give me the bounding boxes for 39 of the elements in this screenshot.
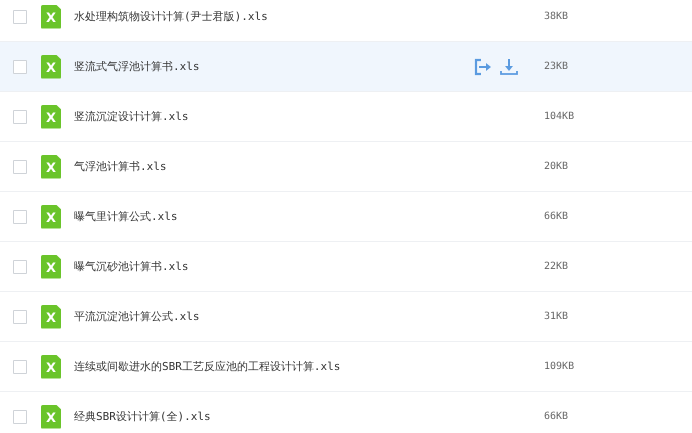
checkbox[interactable] xyxy=(13,310,27,324)
spreadsheet-file-icon: X xyxy=(41,204,61,228)
file-size: 31KB xyxy=(544,311,568,322)
checkbox[interactable] xyxy=(13,210,27,224)
file-name[interactable]: 经典SBR设计计算(全).xls xyxy=(74,409,474,424)
checkbox[interactable] xyxy=(13,60,27,74)
spreadsheet-file-icon: X xyxy=(41,4,61,28)
file-name[interactable]: 气浮池计算书.xls xyxy=(74,159,474,174)
file-name[interactable]: 竖流沉淀设计计算.xls xyxy=(74,109,474,124)
spreadsheet-file-icon: X xyxy=(41,254,61,278)
share-icon[interactable] xyxy=(474,58,492,76)
checkbox[interactable] xyxy=(13,260,27,274)
spreadsheet-file-icon: X xyxy=(41,404,61,428)
spreadsheet-file-icon: X xyxy=(41,104,61,128)
file-size: 22KB xyxy=(544,261,568,272)
file-size: 23KB xyxy=(544,61,568,72)
file-size: 109KB xyxy=(544,361,574,372)
file-size: 66KB xyxy=(544,211,568,222)
file-size: 38KB xyxy=(544,11,568,22)
file-size: 66KB xyxy=(544,411,568,422)
file-name[interactable]: 平流沉淀池计算公式.xls xyxy=(74,309,474,324)
download-icon[interactable] xyxy=(500,58,518,76)
file-size: 104KB xyxy=(544,111,574,122)
spreadsheet-file-icon: X xyxy=(41,54,61,78)
spreadsheet-file-icon: X xyxy=(41,304,61,328)
file-name[interactable]: 水处理构筑物设计计算(尹士君版).xls xyxy=(74,9,474,24)
spreadsheet-file-icon: X xyxy=(41,154,61,178)
checkbox[interactable] xyxy=(13,410,27,424)
file-name[interactable]: 竖流式气浮池计算书.xls xyxy=(74,59,474,74)
checkbox[interactable] xyxy=(13,360,27,374)
checkbox[interactable] xyxy=(13,110,27,124)
file-name[interactable]: 连续或间歇进水的SBR工艺反应池的工程设计计算.xls xyxy=(74,359,474,374)
spreadsheet-file-icon: X xyxy=(41,354,61,378)
checkbox[interactable] xyxy=(13,160,27,174)
file-size: 20KB xyxy=(544,161,568,172)
file-name[interactable]: 曝气沉砂池计算书.xls xyxy=(74,259,474,274)
checkbox[interactable] xyxy=(13,10,27,24)
file-row[interactable]: X 竖流式气浮池计算书.xls 23KB xyxy=(0,42,692,92)
file-name[interactable]: 曝气里计算公式.xls xyxy=(74,209,474,224)
